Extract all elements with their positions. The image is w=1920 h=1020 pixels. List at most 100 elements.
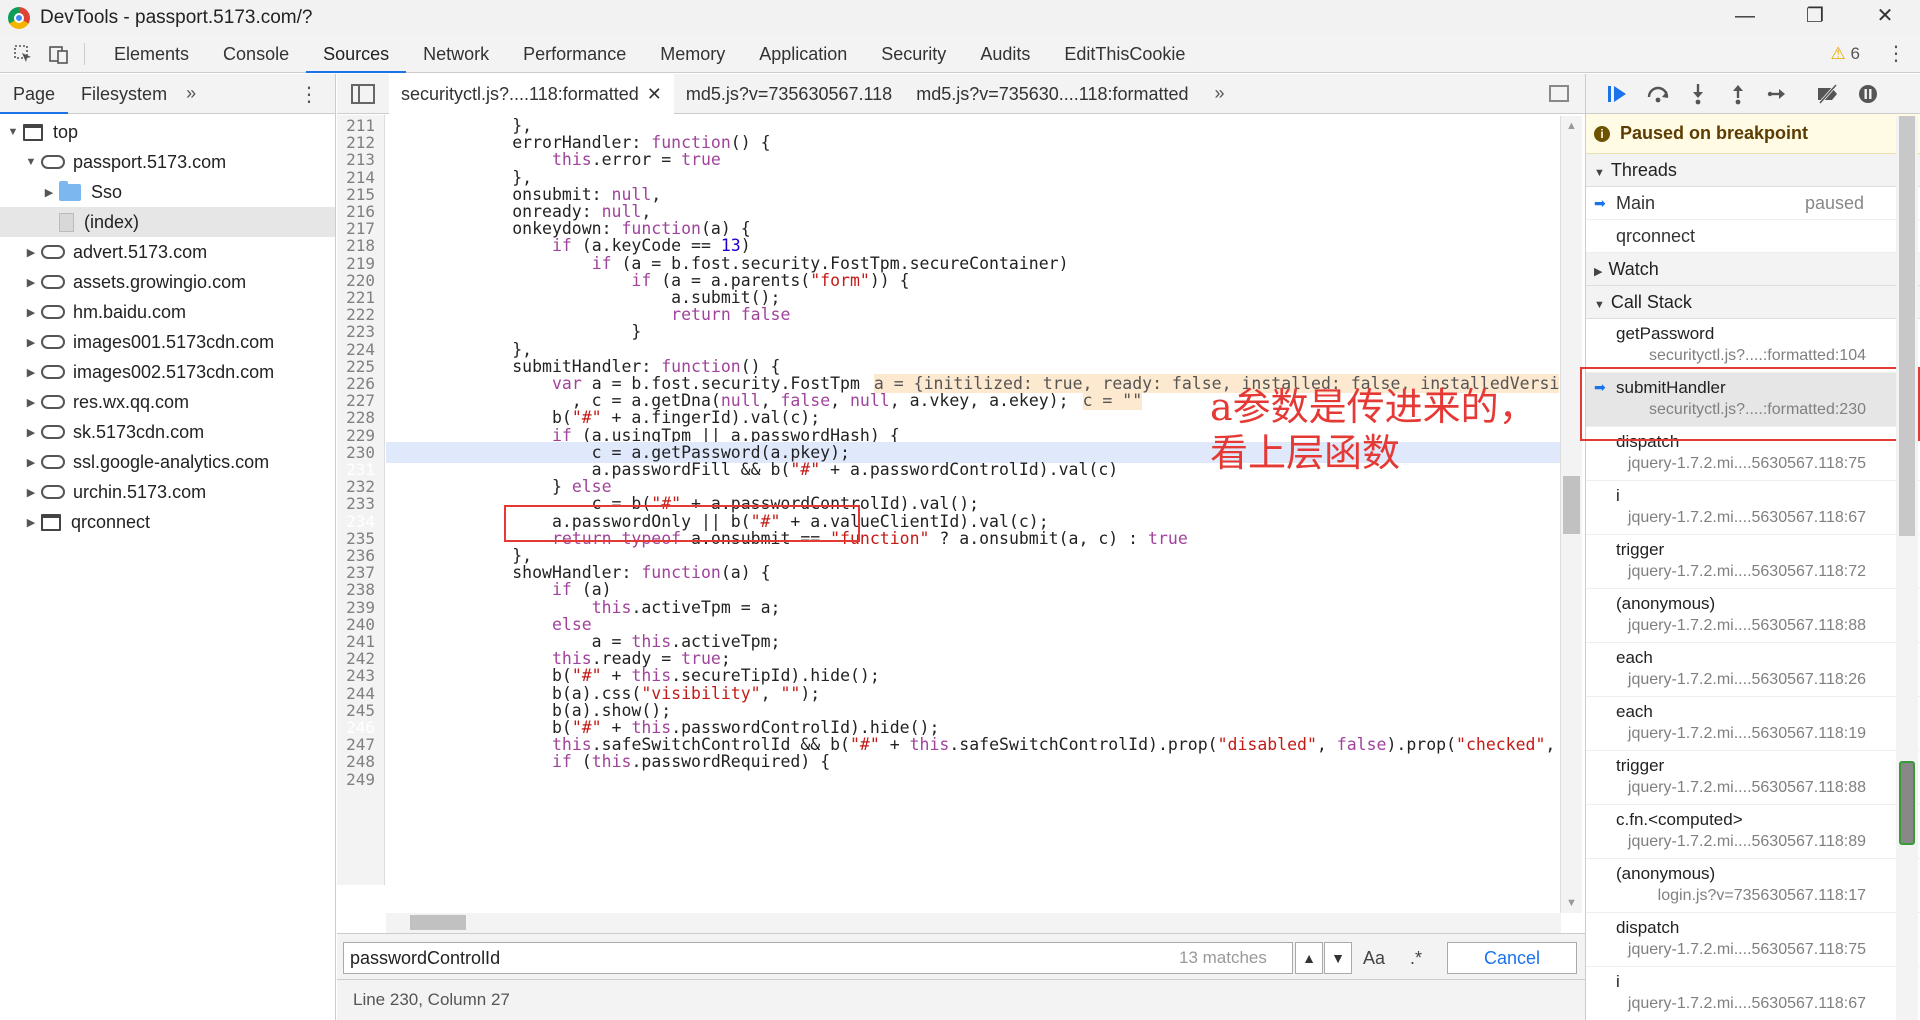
tree-item[interactable]: (index) [0,207,335,237]
collapsed-arrow-icon[interactable]: ▶ [24,426,38,439]
tree-item-label: top [53,121,79,142]
minimize-button[interactable]: — [1710,0,1780,35]
search-input[interactable]: passwordControlId [343,942,1293,974]
expanded-arrow-icon[interactable]: ▼ [24,156,38,168]
tab-filesystem[interactable]: Filesystem [68,74,180,114]
close-tab-icon[interactable]: ✕ [647,84,662,104]
tab-performance[interactable]: Performance [506,35,643,73]
frame-function-name: each [1616,648,1653,667]
tree-item[interactable]: ▶ advert.5173.com [0,237,335,267]
regex-button[interactable]: .* [1410,942,1422,974]
call-frame[interactable]: getPassword securityctl.js?....:formatted… [1586,319,1920,373]
collapsed-arrow-icon[interactable]: ▶ [24,396,38,409]
editor-tab-md5[interactable]: md5.js?v=735630567.118 [674,74,904,114]
step-out-icon[interactable] [1718,74,1758,114]
call-frame[interactable]: i jquery-1.7.2.mi....5630567.118:67 [1586,481,1920,535]
collapsed-arrow-icon[interactable]: ▶ [24,366,38,379]
collapsed-arrow-icon[interactable]: ▶ [24,516,38,529]
editor-tab-md5-formatted[interactable]: md5.js?v=735630....118:formatted [904,74,1200,114]
collapsed-arrow-icon[interactable]: ▶ [42,186,56,199]
tab-console[interactable]: Console [206,35,306,73]
step-into-icon[interactable] [1678,74,1718,114]
collapsed-arrow-icon[interactable]: ▶ [24,306,38,319]
more-tabs-icon[interactable]: » [186,83,196,104]
search-prev-button[interactable]: ▲ [1295,942,1323,974]
step-icon[interactable] [1758,74,1798,114]
tree-item[interactable]: ▶ images002.5173cdn.com [0,357,335,387]
more-options-icon[interactable]: ⋮ [1886,41,1906,66]
editor-horizontal-scrollbar[interactable] [386,913,1561,933]
pause-on-exceptions-icon[interactable] [1848,74,1888,114]
step-over-icon[interactable] [1638,74,1678,114]
thread-main[interactable]: ➡ Main paused [1586,187,1920,220]
tab-memory[interactable]: Memory [643,35,742,73]
call-frame[interactable]: each jquery-1.7.2.mi....5630567.118:26 [1586,643,1920,697]
tree-item[interactable]: ▶ hm.baidu.com [0,297,335,327]
sidebar-scrollbar[interactable] [1896,116,1918,1020]
line-number[interactable]: 249 [337,769,383,790]
line-gutter[interactable]: 211 212 213 214 215 216 217 218 219 220 221 222 223 2… [337,115,385,885]
warnings-badge[interactable]: ⚠ 6 [1831,44,1860,64]
tab-audits[interactable]: Audits [963,35,1047,73]
tree-item[interactable]: ▶ urchin.5173.com [0,477,335,507]
collapsed-arrow-icon[interactable]: ▶ [24,336,38,349]
tree-item[interactable]: ▶ Sso [0,177,335,207]
window-title: DevTools - passport.5173.com/? [40,6,313,28]
cancel-search-button[interactable]: Cancel [1447,942,1577,974]
tab-elements[interactable]: Elements [97,35,206,73]
more-editor-tabs-icon[interactable]: » [1215,83,1225,104]
code-area[interactable]: 211 212 213 214 215 216 217 218 219 220 221 222 223 2… [337,115,1585,885]
callstack-section-header[interactable]: ▼ Call Stack [1586,286,1920,319]
inspect-element-icon[interactable] [10,41,36,67]
call-frame[interactable]: (anonymous) jquery-1.7.2.mi....5630567.11… [1586,589,1920,643]
tree-item[interactable]: ▶ images001.5173cdn.com [0,327,335,357]
search-next-button[interactable]: ▼ [1324,942,1352,974]
thread-qrconnect[interactable]: qrconnect [1586,220,1920,253]
tab-editthiscookie[interactable]: EditThisCookie [1047,35,1202,73]
call-frame[interactable]: each jquery-1.7.2.mi....5630567.118:19 [1586,697,1920,751]
collapsed-arrow-icon[interactable]: ▶ [24,486,38,499]
toggle-debugger-icon[interactable] [1549,85,1569,102]
maximize-button[interactable]: ❐ [1780,0,1850,35]
tree-item[interactable]: ▶ ssl.google-analytics.com [0,447,335,477]
editor-vertical-scrollbar[interactable]: ▲ ▼ [1560,116,1582,913]
deactivate-breakpoints-icon[interactable] [1808,74,1848,114]
tree-item[interactable]: ▶ qrconnect [0,507,335,537]
search-matches: 13 matches [1179,948,1267,967]
tree-item[interactable]: ▶ res.wx.qq.com [0,387,335,417]
frame-function-name: getPassword [1616,324,1715,343]
tab-page[interactable]: Page [0,74,69,114]
call-frame[interactable]: i jquery-1.7.2.mi....5630567.118:67 [1586,967,1920,1020]
tab-application[interactable]: Application [742,35,864,73]
call-frame[interactable]: trigger jquery-1.7.2.mi....5630567.118:88 [1586,751,1920,805]
collapsed-arrow-icon[interactable]: ▶ [24,276,38,289]
call-frame[interactable]: dispatch jquery-1.7.2.mi....5630567.118:7… [1586,913,1920,967]
navigator-pane: Page Filesystem » ⋮ ▼ top ▼ passport.5173.c… [0,74,336,1020]
collapsed-arrow-icon[interactable]: ▶ [24,456,38,469]
toggle-navigator-icon[interactable] [351,83,375,104]
folder-icon [59,180,81,201]
watch-section-header[interactable]: ▶ Watch [1586,253,1920,286]
call-frame[interactable]: (anonymous) login.js?v=735630567.118:17 [1586,859,1920,913]
navigator-menu-icon[interactable]: ⋮ [299,82,319,107]
editor-tab-securityctl[interactable]: securityctl.js?....118:formatted ✕ [389,73,674,114]
tab-network[interactable]: Network [406,35,506,73]
close-window-button[interactable]: ✕ [1850,0,1920,35]
resume-icon[interactable] [1598,74,1638,114]
tree-item-label: Sso [91,181,123,202]
cloud-icon [41,365,65,379]
tab-sources[interactable]: Sources [306,35,407,73]
threads-section-header[interactable]: ▼ Threads [1586,154,1920,187]
frame-location: jquery-1.7.2.mi....5630567.118:67 [1627,995,1866,1012]
tree-item[interactable]: ▼ passport.5173.com [0,147,335,177]
tree-item[interactable]: ▶ assets.growingio.com [0,267,335,297]
call-frame[interactable]: c.fn.<computed> jquery-1.7.2.mi....563056… [1586,805,1920,859]
tab-security[interactable]: Security [864,35,963,73]
device-toolbar-icon[interactable] [46,41,72,67]
expanded-arrow-icon[interactable]: ▼ [6,126,20,138]
tree-item[interactable]: ▼ top [0,117,335,147]
tree-item[interactable]: ▶ sk.5173cdn.com [0,417,335,447]
collapsed-arrow-icon[interactable]: ▶ [24,246,38,259]
match-case-button[interactable]: Aa [1363,942,1385,974]
call-frame[interactable]: trigger jquery-1.7.2.mi....5630567.118:72 [1586,535,1920,589]
